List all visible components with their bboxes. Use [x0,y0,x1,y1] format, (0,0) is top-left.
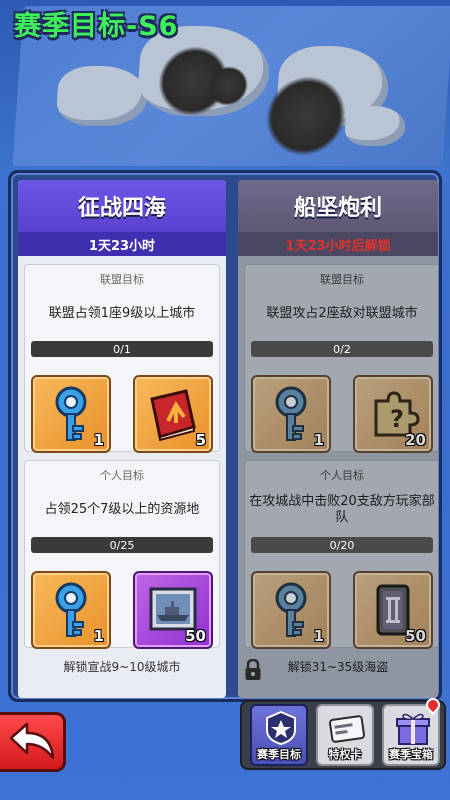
privilege-card-icon [329,715,365,743]
blue-key-icon [55,582,87,637]
blue-key-icon [275,582,307,637]
reward-quantity: 50 [185,627,206,645]
reward-item[interactable]: ? 20 [353,375,433,453]
task-description: 在攻城战中击败20支敌方玩家部队 [249,494,435,525]
card-label: 个人目标 [100,469,144,482]
reward-item[interactable]: 1 [31,375,111,453]
tab-label: 特权卡 [328,748,362,761]
column-title: 征战四海 [18,180,226,232]
reward-quantity: 1 [313,627,324,645]
progress-text: 0/1 [113,342,131,356]
red-book-icon [150,389,196,441]
reward-quantity: 5 [195,431,206,449]
back-arrow-icon [9,722,54,760]
column-timer: 1天23小时 [18,232,226,256]
tab-privilege-card[interactable]: 特权卡 [316,704,374,766]
blue-key-icon [55,386,87,441]
task-description: 占领25个7级以上的资源地 [44,502,200,517]
progress-bar: 0/1 [31,341,213,357]
svg-text:?: ? [390,405,404,433]
bottom-tab-bar: 赛季目标 特权卡 赛季宝箱 [240,695,446,770]
season-goals-panel: 征战四海 1天23小时 联盟目标 联盟占领1座9级以上城市 0/1 1 5 个人… [8,170,442,702]
page-title: 赛季目标-S6 [14,11,179,42]
unlock-text: 解锁31~35级海盗 [287,660,389,674]
progress-text: 0/2 [333,342,351,356]
reward-item[interactable]: 1 [251,375,331,453]
reward-item[interactable]: 50 [353,571,433,649]
reward-quantity: 50 [405,627,426,645]
reward-item[interactable]: 5 [133,375,213,453]
progress-bar: 0/25 [31,537,213,553]
column-timer: 1天23小时后解锁 [238,232,438,256]
reward-item[interactable]: 1 [31,571,111,649]
progress-text: 0/25 [109,538,135,552]
alliance-goal-card: 联盟目标 联盟占领1座9级以上城市 0/1 1 5 [24,264,220,453]
tab-season-chest[interactable]: 赛季宝箱 [382,695,443,766]
season-banner: 赛季目标-S6 [0,0,450,168]
reward-quantity: 1 [93,431,104,449]
goal-column-conquer: 征战四海 1天23小时 联盟目标 联盟占领1座9级以上城市 0/1 1 5 个人… [18,180,226,698]
season-badge-icon [266,710,296,746]
task-description: 联盟攻占2座敌对联盟城市 [266,306,418,321]
card-label: 联盟目标 [320,273,364,286]
card-label: 个人目标 [320,469,364,482]
unlock-text: 解锁宣战9~10级城市 [63,660,181,674]
progress-bar: 0/20 [251,537,433,553]
reward-quantity: 20 [405,431,426,449]
reward-quantity: 1 [93,627,104,645]
reward-item[interactable]: 1 [251,571,331,649]
blue-key-icon [275,386,307,441]
tab-label: 赛季目标 [257,748,301,761]
tab-label: 赛季宝箱 [389,748,433,761]
lock-icon [245,659,261,680]
alliance-goal-card: 联盟目标 联盟攻占2座敌对联盟城市 0/2 1 ? 20 [244,264,438,453]
gift-box-icon [396,713,430,745]
goal-column-warships: 船坚炮利 1天23小时后解锁 联盟目标 联盟攻占2座敌对联盟城市 0/2 1 ?… [238,180,438,698]
reward-quantity: 1 [313,431,324,449]
progress-bar: 0/2 [251,341,433,357]
column-title: 船坚炮利 [238,180,438,232]
back-button[interactable] [0,712,66,772]
tab-season-goals[interactable]: 赛季目标 [250,704,308,766]
progress-text: 0/20 [329,538,355,552]
reward-item[interactable]: 50 [133,571,213,649]
card-label: 联盟目标 [100,273,144,286]
personal-goal-card: 个人目标 在攻城战中击败20支敌方玩家部队 0/20 1 50 [244,460,438,649]
task-description: 联盟占领1座9级以上城市 [48,306,196,321]
personal-goal-card: 个人目标 占领25个7级以上的资源地 0/25 1 50 [24,460,220,649]
